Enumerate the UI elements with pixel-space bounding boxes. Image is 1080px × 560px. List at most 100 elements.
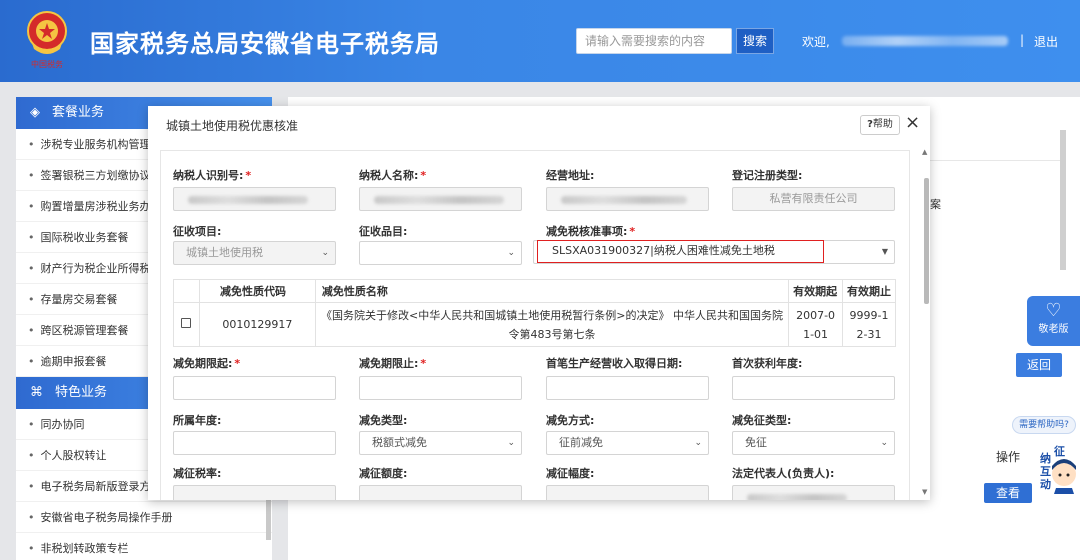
redacted-value [747, 494, 847, 500]
levy-amount-label: 减征额度: [359, 467, 408, 480]
help-label: 帮助 [872, 119, 893, 130]
levy-rate-label: 减征税率: [173, 467, 222, 480]
period-start-input[interactable] [173, 376, 336, 400]
scroll-up-icon[interactable]: ▲ [922, 148, 927, 156]
exempt-levy-type-label: 减免征类型: [732, 414, 792, 427]
required-mark: * [420, 357, 427, 370]
search-input[interactable]: 请输入需要搜索的内容 [576, 28, 732, 54]
levy-product-label: 征收品目: [359, 225, 408, 238]
label-text: 减免期限止: [359, 357, 419, 370]
table-header-cell: 减免性质名称 [314, 279, 790, 303]
svg-text:中国税务: 中国税务 [31, 59, 63, 69]
taxpayer-name-field[interactable] [359, 187, 522, 211]
table-cell: 0010129917 [198, 302, 316, 347]
sidebar-item[interactable]: 安徽省电子税务局操作手册 [16, 502, 272, 533]
reg-type-field[interactable]: 私营有限责任公司 [732, 187, 895, 211]
select-value: 税额式减免 [372, 436, 427, 449]
chevron-down-icon: ⌄ [694, 438, 702, 448]
label-text: 纳税人名称: [359, 169, 419, 182]
first-income-date-label: 首笔生产经营收入取得日期: [546, 357, 683, 370]
levy-item-label: 征收项目: [173, 225, 222, 238]
required-mark: * [629, 225, 636, 238]
sidebar-item[interactable]: 非税划转政策专栏 [16, 533, 272, 560]
legal-rep-input[interactable] [732, 485, 895, 500]
table-cell: 2007-01-01 [788, 302, 844, 347]
exempt-method-select[interactable]: 征前减免 ⌄ [546, 431, 709, 455]
select-value: 免征 [745, 436, 767, 449]
levy-range-input[interactable] [546, 485, 709, 500]
divider [930, 160, 1062, 161]
redacted-value [374, 196, 504, 204]
table-cell [173, 302, 200, 347]
header-separator: | [1020, 33, 1025, 47]
table-row[interactable]: 0010129917 《国务院关于修改<中华人民共和国城镇土地使用税暂行条例>的… [173, 302, 896, 347]
levy-item-select[interactable]: 城镇土地使用税 ⌄ [173, 241, 336, 265]
period-end-input[interactable] [359, 376, 522, 400]
levy-rate-input[interactable] [173, 485, 336, 500]
return-button[interactable]: 返回 [1016, 353, 1062, 377]
chevron-down-icon: ⌄ [321, 248, 329, 258]
first-profit-year-input[interactable] [732, 376, 895, 400]
modal-scrollbar[interactable]: ▲ ▼ [922, 148, 930, 498]
modal-title: 城镇土地使用税优惠核准 [166, 119, 299, 133]
required-mark: * [234, 357, 241, 370]
address-field[interactable] [546, 187, 709, 211]
table-cell: 9999-12-31 [842, 302, 896, 347]
label-text: 纳税人识别号: [173, 169, 244, 182]
legal-rep-label: 法定代表人(负责人): [732, 467, 835, 480]
chevron-down-icon: ⌄ [507, 438, 515, 448]
table-header-row: 减免性质代码 减免性质名称 有效期起 有效期止 [173, 279, 896, 303]
elder-mode-tab[interactable]: ♡ 敬老版 [1027, 296, 1080, 346]
help-button[interactable]: ?帮助 [860, 115, 900, 135]
row-checkbox[interactable] [181, 318, 192, 328]
taxpayer-name-label: 纳税人名称: * [359, 167, 426, 183]
sidebar-section-title: 特色业务 [55, 385, 108, 400]
table-header-cell: 有效期起 [788, 279, 844, 303]
address-label: 经营地址: [546, 169, 595, 182]
table-header-cell [173, 279, 200, 303]
exempt-item-label: 减免税核准事项: * [546, 223, 635, 239]
belong-year-label: 所属年度: [173, 414, 222, 427]
welcome-text: 欢迎, [802, 35, 830, 49]
elder-mode-icon: ♡ [1045, 300, 1062, 321]
taxpayer-id-field[interactable] [173, 187, 336, 211]
exempt-item-highlight: SLSXA031900327|纳税人困难性减免土地税 [537, 240, 824, 263]
first-profit-year-label: 首次获利年度: [732, 357, 803, 370]
select-value: 城镇土地使用税 [186, 246, 263, 259]
logout-link[interactable]: 退出 [1034, 33, 1058, 50]
site-title: 国家税务总局安徽省电子税务局 [90, 30, 440, 58]
caret-down-icon: ▼ [881, 247, 888, 256]
reg-type-label: 登记注册类型: [732, 169, 803, 182]
background-text-fragment: 案 [930, 198, 941, 211]
close-icon[interactable]: × [905, 112, 920, 133]
grid-icon: ⌘ [30, 385, 43, 400]
levy-product-select[interactable]: ⌄ [359, 241, 522, 265]
period-start-label: 减免期限起: * [173, 355, 240, 371]
chevron-down-icon: ⌄ [507, 248, 515, 258]
redacted-value [188, 196, 308, 204]
sidebar-scrollbar[interactable] [266, 500, 271, 540]
exempt-method-label: 减免方式: [546, 414, 595, 427]
table-cell: 《国务院关于修改<中华人民共和国城镇土地使用税暂行条例>的决定》 中华人民共和国… [314, 302, 790, 347]
belong-year-input[interactable] [173, 431, 336, 455]
levy-amount-input[interactable] [359, 485, 522, 500]
required-mark: * [245, 169, 252, 182]
mascot-label: 动 [1040, 478, 1051, 491]
help-bubble[interactable]: 需要帮助吗? [1012, 416, 1076, 434]
table-header-cell: 减免性质代码 [198, 279, 316, 303]
user-name-redacted [842, 36, 1008, 46]
table-header-cell: 有效期止 [842, 279, 896, 303]
scroll-thumb[interactable] [924, 178, 929, 304]
scroll-down-icon[interactable]: ▼ [922, 488, 927, 496]
modal-form: 纳税人识别号: * 纳税人名称: * 经营地址: 登记注册类型: 私营有限责任公司 … [160, 150, 910, 500]
first-income-date-input[interactable] [546, 376, 709, 400]
content-scrollbar[interactable] [1060, 130, 1066, 270]
operation-header: 操作 [996, 450, 1021, 464]
taxpayer-id-label: 纳税人识别号: * [173, 167, 251, 183]
exempt-type-select[interactable]: 税额式减免 ⌄ [359, 431, 522, 455]
label-text: 减免期限起: [173, 357, 233, 370]
exempt-levy-type-select[interactable]: 免征 ⌄ [732, 431, 895, 455]
view-button[interactable]: 查看 [984, 483, 1032, 503]
mascot-label: 征 [1054, 445, 1065, 458]
search-button[interactable]: 搜索 [736, 28, 774, 54]
